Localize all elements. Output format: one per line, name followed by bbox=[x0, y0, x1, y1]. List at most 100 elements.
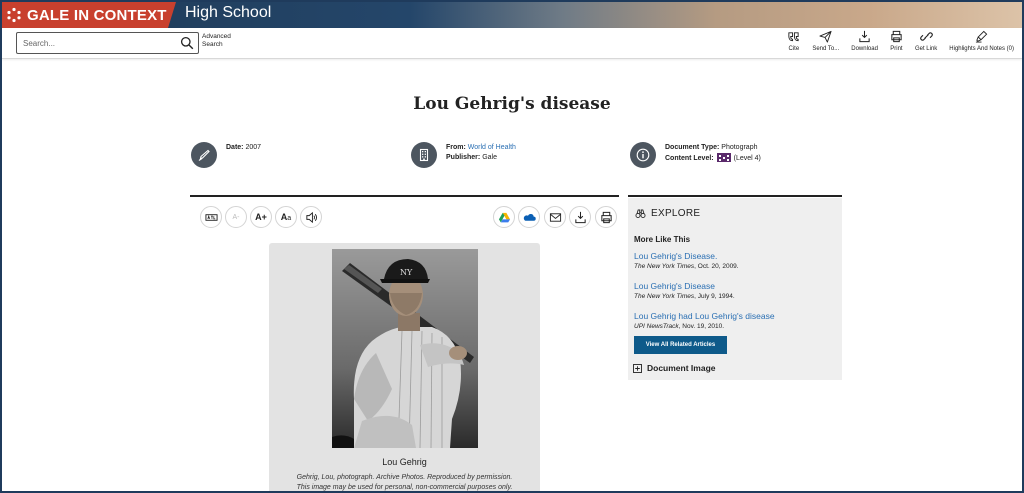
info-icon bbox=[630, 142, 656, 168]
explore-panel: EXPLORE More Like This Lou Gehrig's Dise… bbox=[628, 198, 842, 380]
document-photo[interactable]: NY bbox=[332, 249, 478, 448]
highlights-notes-button[interactable]: Highlights And Notes (0) bbox=[949, 30, 1014, 52]
gale-logo-icon bbox=[7, 7, 21, 23]
print-icon bbox=[600, 211, 612, 223]
baseball-player-photo: NY bbox=[332, 249, 478, 448]
send-to-button[interactable]: Send To... bbox=[812, 30, 839, 52]
highlighter-icon bbox=[976, 30, 988, 43]
image-credit-line-1: Gehrig, Lou, photograph. Archive Photos.… bbox=[296, 474, 513, 481]
document-image-label: Document Image bbox=[647, 363, 716, 373]
toolbar: Advanced Search Cite Send To... Download… bbox=[2, 28, 1022, 59]
document-image-toggle[interactable]: Document Image bbox=[633, 363, 716, 373]
translate-button[interactable] bbox=[200, 206, 222, 228]
onedrive-icon bbox=[523, 213, 536, 221]
brand-tail bbox=[168, 2, 176, 28]
type-label: Document Type: bbox=[665, 144, 720, 151]
image-credit: Gehrig, Lou, photograph. Archive Photos.… bbox=[269, 473, 540, 491]
print-label: Print bbox=[890, 46, 903, 52]
send-icon bbox=[819, 30, 832, 43]
svg-text:NY: NY bbox=[400, 268, 413, 277]
building-icon bbox=[411, 142, 437, 168]
page-title: Lou Gehrig's disease bbox=[413, 94, 611, 114]
image-credit-line-2: This image may be used for personal, non… bbox=[296, 484, 513, 491]
meta-date: Date: 2007 bbox=[191, 142, 261, 168]
font-style-icon: Aa bbox=[280, 212, 292, 222]
send-to-label: Send To... bbox=[812, 46, 840, 52]
font-style-button[interactable]: Aa bbox=[275, 206, 297, 228]
article-print-button[interactable] bbox=[595, 206, 617, 228]
meta-source-text: From: World of Health Publisher: Gale bbox=[446, 143, 516, 163]
meta-type-text: Document Type: Photograph Content Level:… bbox=[665, 143, 761, 164]
article-download-button[interactable] bbox=[569, 206, 591, 228]
expand-plus-icon bbox=[633, 363, 642, 373]
publisher-label: Publisher: bbox=[446, 154, 481, 161]
quote-icon bbox=[788, 32, 799, 42]
header-banner: GALE IN CONTEXT High School bbox=[2, 2, 1022, 28]
image-panel: NY Lou Gehrig Gehrig, Lou, photograph. A… bbox=[269, 243, 540, 491]
download-icon bbox=[574, 211, 586, 223]
explore-heading: EXPLORE bbox=[635, 208, 700, 219]
related-article-link[interactable]: Lou Gehrig's Disease bbox=[634, 281, 735, 291]
publisher-value: Gale bbox=[482, 154, 497, 161]
related-source-name: The New York Times bbox=[634, 293, 695, 300]
increase-font-button[interactable]: A+ bbox=[250, 206, 272, 228]
explore-heading-text: EXPLORE bbox=[651, 208, 701, 219]
envelope-icon bbox=[549, 212, 561, 222]
related-article-source: UPI NewsTrack, Nov. 19, 2010. bbox=[634, 323, 775, 330]
search-box bbox=[16, 32, 199, 54]
brand-name: GALE IN CONTEXT bbox=[27, 6, 167, 24]
product-name: High School bbox=[185, 4, 272, 21]
image-caption: Lou Gehrig bbox=[382, 457, 427, 467]
google-drive-icon bbox=[498, 212, 510, 222]
link-icon bbox=[919, 32, 933, 41]
get-link-button[interactable]: Get Link bbox=[915, 30, 937, 52]
content-divider bbox=[190, 195, 619, 197]
level-label: Content Level: bbox=[665, 155, 714, 162]
highlights-notes-label: Highlights And Notes (0) bbox=[949, 46, 1014, 52]
meta-source: From: World of Health Publisher: Gale bbox=[411, 142, 516, 168]
speaker-icon bbox=[305, 211, 317, 223]
date-label: Date: bbox=[226, 144, 244, 151]
related-source-name: UPI NewsTrack bbox=[634, 323, 679, 330]
date-value: 2007 bbox=[245, 144, 262, 151]
decrease-font-icon: A- bbox=[232, 213, 240, 221]
more-like-this-heading: More Like This bbox=[634, 235, 691, 244]
meta-type: Document Type: Photograph Content Level:… bbox=[630, 142, 761, 168]
related-source-date: , Oct. 20, 2009. bbox=[694, 263, 739, 270]
print-button[interactable]: Print bbox=[890, 30, 903, 52]
translate-icon bbox=[204, 213, 218, 221]
download-button[interactable]: Download bbox=[851, 30, 878, 52]
related-article: Lou Gehrig's Disease. The New York Times… bbox=[634, 251, 739, 270]
related-article: Lou Gehrig had Lou Gehrig's disease UPI … bbox=[634, 311, 775, 330]
cite-button[interactable]: Cite bbox=[787, 30, 800, 52]
search-icon[interactable] bbox=[180, 36, 194, 50]
related-source-name: The New York Times bbox=[634, 263, 695, 270]
advanced-search-link[interactable]: Advanced Search bbox=[202, 33, 242, 49]
search-input[interactable] bbox=[23, 34, 173, 52]
get-link-label: Get Link bbox=[914, 46, 938, 52]
binoculars-icon bbox=[635, 209, 646, 218]
brand-logo-link[interactable]: GALE IN CONTEXT bbox=[2, 2, 168, 28]
level-badge-icon bbox=[716, 153, 731, 162]
decrease-font-button[interactable]: A- bbox=[225, 206, 247, 228]
source-link[interactable]: World of Health bbox=[468, 144, 516, 151]
from-label: From: bbox=[446, 144, 466, 151]
explore-divider bbox=[628, 195, 842, 197]
related-source-date: , Nov. 19, 2010. bbox=[678, 323, 725, 330]
email-button[interactable] bbox=[544, 206, 566, 228]
related-article-link[interactable]: Lou Gehrig had Lou Gehrig's disease bbox=[634, 311, 775, 321]
listen-button[interactable] bbox=[300, 206, 322, 228]
document-tools: Cite Send To... Download Print Get Link … bbox=[775, 30, 1014, 52]
page-frame: GALE IN CONTEXT High School Advanced Sea… bbox=[0, 0, 1024, 493]
meta-date-text: Date: 2007 bbox=[226, 143, 261, 153]
related-article-source: The New York Times, July 9, 1994. bbox=[634, 293, 735, 300]
download-icon bbox=[859, 30, 870, 43]
increase-font-icon: A+ bbox=[255, 212, 267, 222]
related-source-date: , July 9, 1994. bbox=[694, 293, 735, 300]
download-label: Download bbox=[851, 46, 878, 52]
view-all-related-button[interactable]: View All Related Articles bbox=[634, 336, 727, 354]
cite-label: Cite bbox=[788, 46, 800, 52]
related-article-link[interactable]: Lou Gehrig's Disease. bbox=[634, 251, 739, 261]
onedrive-button[interactable] bbox=[518, 206, 540, 228]
google-drive-button[interactable] bbox=[493, 206, 515, 228]
